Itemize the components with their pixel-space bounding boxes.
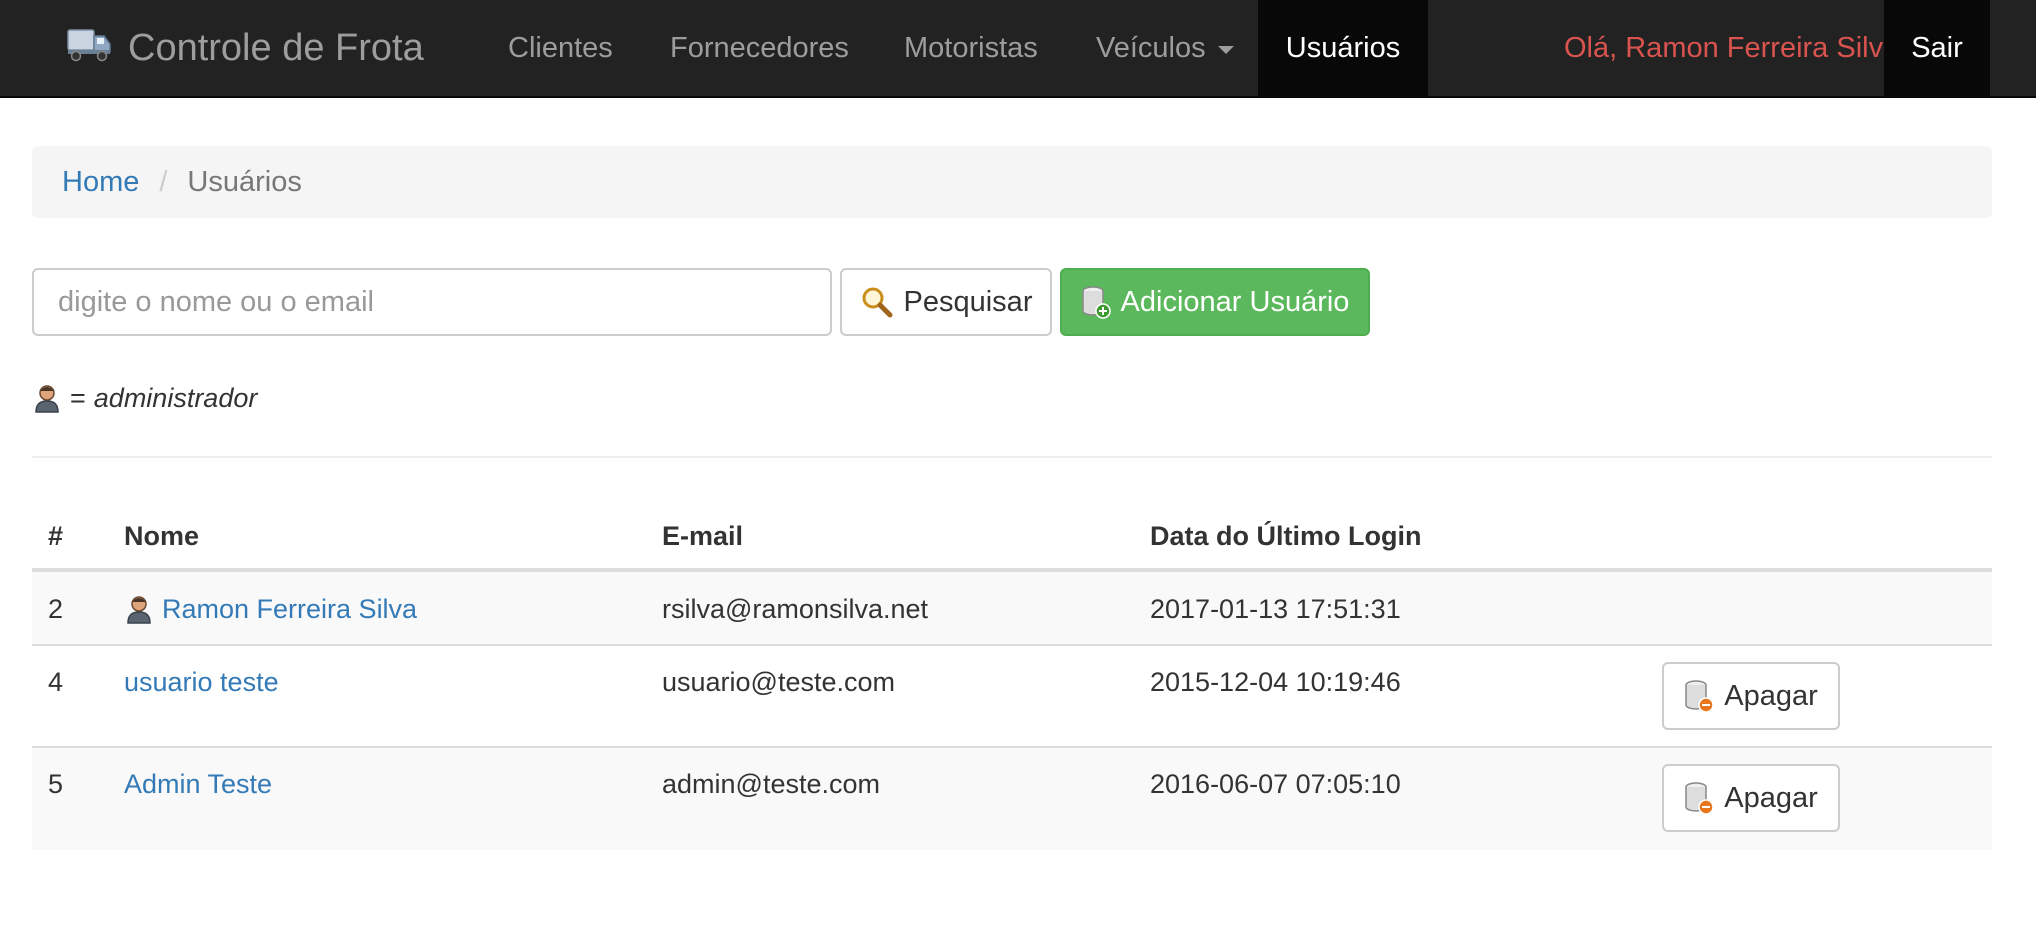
- table-row: 5 Admin Teste admin@teste.com 2016-06-07…: [32, 748, 1992, 850]
- user-name-link[interactable]: Ramon Ferreira Silva: [162, 594, 417, 625]
- table-header-row: # Nome E-mail Data do Último Login: [32, 500, 1992, 572]
- legend-text: administrador: [93, 382, 258, 413]
- cell-id: 4: [48, 666, 64, 697]
- breadcrumb: Home / Usuários: [32, 146, 1992, 218]
- delete-user-button[interactable]: Apagar: [1662, 764, 1840, 832]
- magnifier-icon: [862, 287, 893, 318]
- user-name-link[interactable]: usuario teste: [124, 667, 279, 698]
- column-header-nome: Nome: [124, 520, 200, 551]
- database-delete-icon: [1685, 782, 1714, 815]
- table-row: 2 Ramon Ferreira Silva rsilva@ramonsilva…: [32, 572, 1992, 646]
- nav-item-label: Usuários: [1285, 31, 1401, 64]
- delete-button-label: Apagar: [1724, 679, 1818, 712]
- users-table: # Nome E-mail Data do Último Login 2 Ram…: [32, 500, 1992, 850]
- nav-item-veiculos-dropdown[interactable]: Veículos: [1066, 0, 1264, 96]
- divider: [32, 456, 1992, 458]
- admin-user-icon: [127, 596, 151, 624]
- nav-item-clientes[interactable]: Clientes: [478, 0, 643, 96]
- nav-item-motoristas[interactable]: Motoristas: [874, 0, 1068, 96]
- brand[interactable]: Controle de Frota: [66, 0, 424, 96]
- add-user-button[interactable]: Adicionar Usuário: [1060, 268, 1370, 336]
- cell-name: usuario teste: [124, 664, 279, 700]
- nav-item-label: Veículos: [1096, 31, 1206, 64]
- search-button[interactable]: Pesquisar: [840, 268, 1052, 336]
- table-row: 4 usuario teste usuario@teste.com 2015-1…: [32, 646, 1992, 748]
- legend-equals: =: [70, 382, 86, 413]
- greeting-text: Olá, Ramon Ferreira Silva: [1564, 31, 1900, 64]
- breadcrumb-separator: /: [159, 165, 168, 198]
- cell-name: Admin Teste: [124, 766, 272, 802]
- column-header-id: #: [48, 520, 64, 551]
- breadcrumb-home-link[interactable]: Home: [62, 166, 139, 199]
- nav-item-label: Motoristas: [904, 31, 1038, 64]
- admin-legend: = administrador: [32, 380, 257, 416]
- brand-title: Controle de Frota: [128, 26, 424, 69]
- cell-id: 5: [48, 768, 64, 799]
- database-add-icon: [1081, 286, 1111, 319]
- cell-last-login: 2015-12-04 10:19:46: [1150, 666, 1401, 697]
- database-delete-icon: [1685, 680, 1714, 713]
- breadcrumb-current: Usuários: [187, 165, 302, 198]
- top-navbar: Controle de Frota Clientes Fornecedores …: [0, 0, 2036, 98]
- nav-item-label: Clientes: [508, 31, 613, 64]
- cell-last-login: 2017-01-13 17:51:31: [1150, 593, 1401, 624]
- cell-email: admin@teste.com: [662, 768, 880, 799]
- delete-button-label: Apagar: [1724, 781, 1818, 814]
- caret-down-icon: [1217, 46, 1234, 54]
- cell-email: rsilva@ramonsilva.net: [662, 593, 928, 624]
- nav-item-fornecedores[interactable]: Fornecedores: [640, 0, 879, 96]
- user-greeting: Olá, Ramon Ferreira Silva: [1564, 0, 1899, 96]
- column-header-email: E-mail: [662, 520, 744, 551]
- nav-item-label: Fornecedores: [670, 31, 849, 64]
- user-name-link[interactable]: Admin Teste: [124, 769, 272, 800]
- column-header-last-login: Data do Último Login: [1150, 520, 1422, 551]
- logout-button[interactable]: Sair: [1884, 0, 1990, 96]
- cell-name: Ramon Ferreira Silva: [124, 572, 417, 646]
- add-user-button-label: Adicionar Usuário: [1120, 285, 1350, 318]
- search-button-label: Pesquisar: [903, 285, 1033, 318]
- admin-user-icon: [35, 385, 59, 413]
- cell-id: 2: [48, 593, 64, 624]
- logout-label: Sair: [1911, 31, 1963, 64]
- nav-item-usuarios[interactable]: Usuários: [1258, 0, 1428, 96]
- search-input[interactable]: [32, 268, 832, 336]
- cell-last-login: 2016-06-07 07:05:10: [1150, 768, 1401, 799]
- delete-user-button[interactable]: Apagar: [1662, 662, 1840, 730]
- truck-icon: [67, 29, 111, 62]
- cell-email: usuario@teste.com: [662, 666, 896, 697]
